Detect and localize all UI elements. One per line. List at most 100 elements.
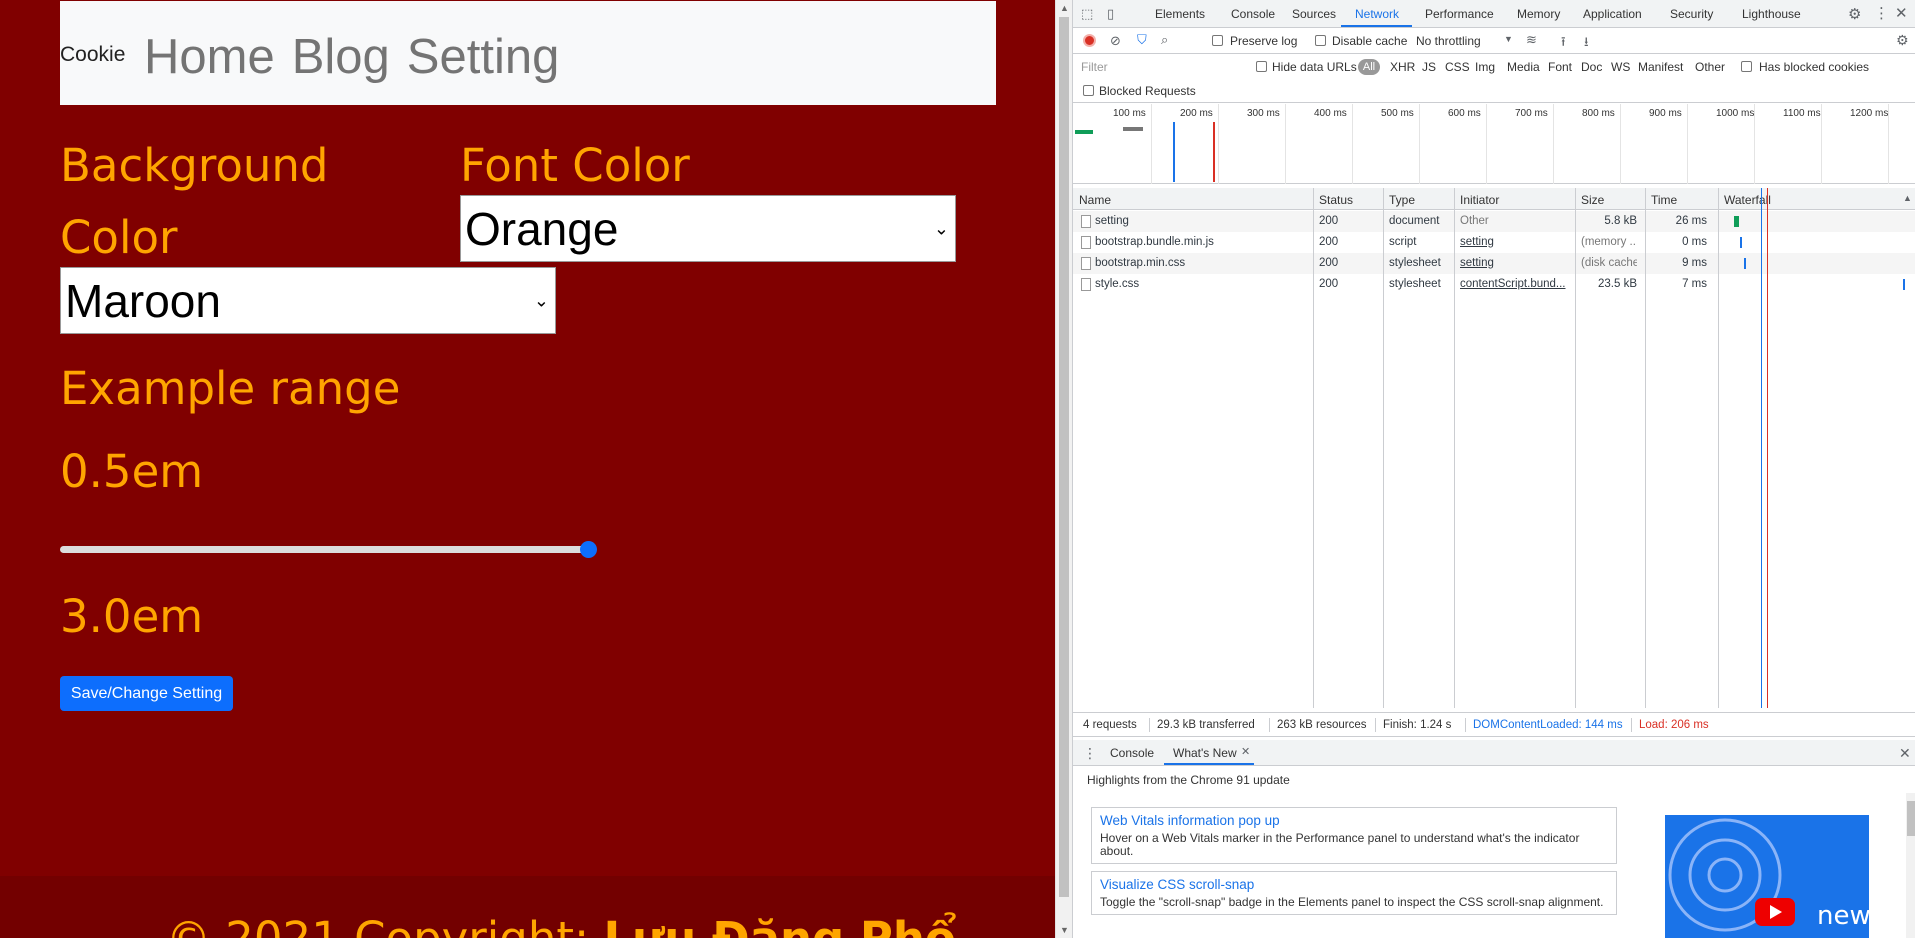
tab-performance[interactable]: Performance [1425,7,1494,21]
cell-initiator[interactable]: setting [1460,257,1572,269]
cell-name[interactable]: setting [1095,215,1310,227]
scroll-up-arrow-icon[interactable]: ▲ [1060,3,1069,13]
whats-new-card[interactable]: Visualize CSS scroll-snap Toggle the "sc… [1091,871,1617,915]
close-drawer-icon[interactable]: ✕ [1899,745,1911,762]
cell-size: 5.8 kB [1604,215,1637,227]
caret-down-icon[interactable]: ▼ [1504,34,1513,44]
more-options-icon[interactable]: ⋮ [1874,4,1889,22]
tab-network[interactable]: Network [1355,7,1399,21]
column-time[interactable]: Time [1651,193,1677,207]
drawer-menu-icon[interactable]: ⋮ [1083,745,1097,762]
has-blocked-cookies-checkbox[interactable] [1741,61,1752,72]
cell-name[interactable]: bootstrap.min.css [1095,257,1310,269]
scrollbar-thumb[interactable] [1907,801,1915,836]
filter-type-ws[interactable]: WS [1611,60,1630,74]
close-tab-icon[interactable]: ✕ [1241,745,1250,758]
filter-type-manifest[interactable]: Manifest [1638,60,1683,74]
drawer-tab-whats-new[interactable]: What's New [1173,746,1237,760]
record-icon[interactable] [1083,34,1096,47]
network-settings-gear-icon[interactable]: ⚙ [1896,32,1909,49]
font-size-range-slider[interactable] [60,541,597,558]
scrollbar-thumb[interactable] [1059,17,1069,897]
cell-size: (disk cache) [1581,257,1637,269]
whats-new-video-thumbnail[interactable]: new [1665,815,1869,938]
tab-sources[interactable]: Sources [1292,7,1336,21]
hide-data-urls-checkbox[interactable] [1256,61,1267,72]
column-divider[interactable] [1718,188,1719,708]
whats-new-card[interactable]: Web Vitals information pop up Hover on a… [1091,807,1617,864]
filter-type-xhr[interactable]: XHR [1390,60,1415,74]
close-icon[interactable]: ✕ [1895,4,1908,22]
nav-link-home[interactable]: Home [144,29,275,85]
youtube-play-icon[interactable] [1755,898,1795,926]
network-overview-timeline[interactable]: 100 ms 200 ms 300 ms 400 ms 500 ms 600 ms 700 … [1073,104,1915,184]
filter-input[interactable]: Filter [1081,60,1108,74]
tab-lighthouse[interactable]: Lighthouse [1742,7,1801,21]
throttling-select[interactable]: No throttling [1416,34,1481,48]
table-row[interactable]: bootstrap.min.css 200 stylesheet setting (di… [1073,253,1915,274]
import-har-icon[interactable]: ⭱ [1561,33,1566,55]
column-size[interactable]: Size [1581,193,1604,207]
filter-type-font[interactable]: Font [1548,60,1572,74]
save-change-setting-button[interactable]: Save/Change Setting [60,676,233,711]
cell-name[interactable]: style.css [1095,278,1310,290]
nav-link-setting[interactable]: Setting [407,29,560,85]
filter-icon[interactable]: ⛉ [1137,32,1147,48]
inspect-element-icon[interactable]: ⬚ [1081,6,1093,22]
column-type[interactable]: Type [1389,193,1415,207]
range-slider-thumb[interactable] [580,541,597,558]
tab-memory[interactable]: Memory [1517,7,1560,21]
network-conditions-icon[interactable]: ≋ [1526,32,1537,48]
table-row[interactable]: setting 200 document Other 5.8 kB 26 ms [1073,211,1915,232]
status-requests: 4 requests [1083,719,1137,731]
card-title[interactable]: Visualize CSS scroll-snap [1100,877,1608,892]
column-divider[interactable] [1454,188,1455,708]
column-divider[interactable] [1313,188,1314,708]
table-row[interactable]: style.css 200 stylesheet contentScript.bund… [1073,274,1915,295]
column-divider[interactable] [1575,188,1576,708]
cell-name[interactable]: bootstrap.bundle.min.js [1095,236,1310,248]
nav-link-blog[interactable]: Blog [292,29,390,85]
filter-type-css[interactable]: CSS [1445,60,1470,74]
cell-initiator[interactable]: contentScript.bund... [1460,278,1572,290]
filter-type-js[interactable]: JS [1422,60,1436,74]
scroll-down-arrow-icon[interactable]: ▼ [1060,925,1069,935]
tab-application[interactable]: Application [1583,7,1642,21]
filter-type-doc[interactable]: Doc [1581,60,1602,74]
table-row[interactable]: bootstrap.bundle.min.js 200 script setting (… [1073,232,1915,253]
filter-type-media[interactable]: Media [1507,60,1540,74]
column-name[interactable]: Name [1079,193,1111,207]
blocked-requests-checkbox[interactable] [1083,85,1094,96]
cell-initiator[interactable]: setting [1460,236,1572,248]
filter-type-all[interactable]: All [1358,59,1380,75]
export-har-icon[interactable]: ⭳ [1584,33,1589,55]
column-divider[interactable] [1383,188,1384,708]
navbar-brand[interactable]: Cookie [60,43,125,67]
tab-elements[interactable]: Elements [1155,7,1205,21]
drawer-tab-console[interactable]: Console [1110,746,1154,760]
cell-time: 0 ms [1682,236,1707,248]
gear-icon[interactable]: ⚙ [1848,5,1861,23]
tab-security[interactable]: Security [1670,7,1713,21]
search-icon[interactable]: ⌕ [1161,32,1168,48]
tab-console[interactable]: Console [1231,7,1275,21]
timeline-gridline [1285,104,1286,184]
column-initiator[interactable]: Initiator [1460,193,1499,207]
preserve-log-checkbox[interactable] [1212,35,1223,46]
disable-cache-checkbox[interactable] [1315,35,1326,46]
device-toolbar-icon[interactable]: ▯ [1107,6,1114,22]
drawer-scrollbar[interactable] [1906,793,1915,938]
column-status[interactable]: Status [1319,193,1353,207]
background-color-select[interactable]: Maroon ⌄ [60,267,556,334]
clear-icon[interactable]: ⊘ [1110,33,1121,49]
filter-type-img[interactable]: Img [1475,60,1495,74]
card-title[interactable]: Web Vitals information pop up [1100,813,1608,828]
column-divider[interactable] [1645,188,1646,708]
column-waterfall[interactable]: Waterfall [1724,193,1771,207]
timeline-gridline [1687,104,1688,184]
filter-type-other[interactable]: Other [1695,60,1725,74]
sort-up-icon[interactable]: ▲ [1903,193,1912,203]
page-scrollbar[interactable]: ▲ ▼ [1055,0,1072,938]
divider [1465,718,1466,732]
font-color-select[interactable]: Orange ⌄ [460,195,956,262]
